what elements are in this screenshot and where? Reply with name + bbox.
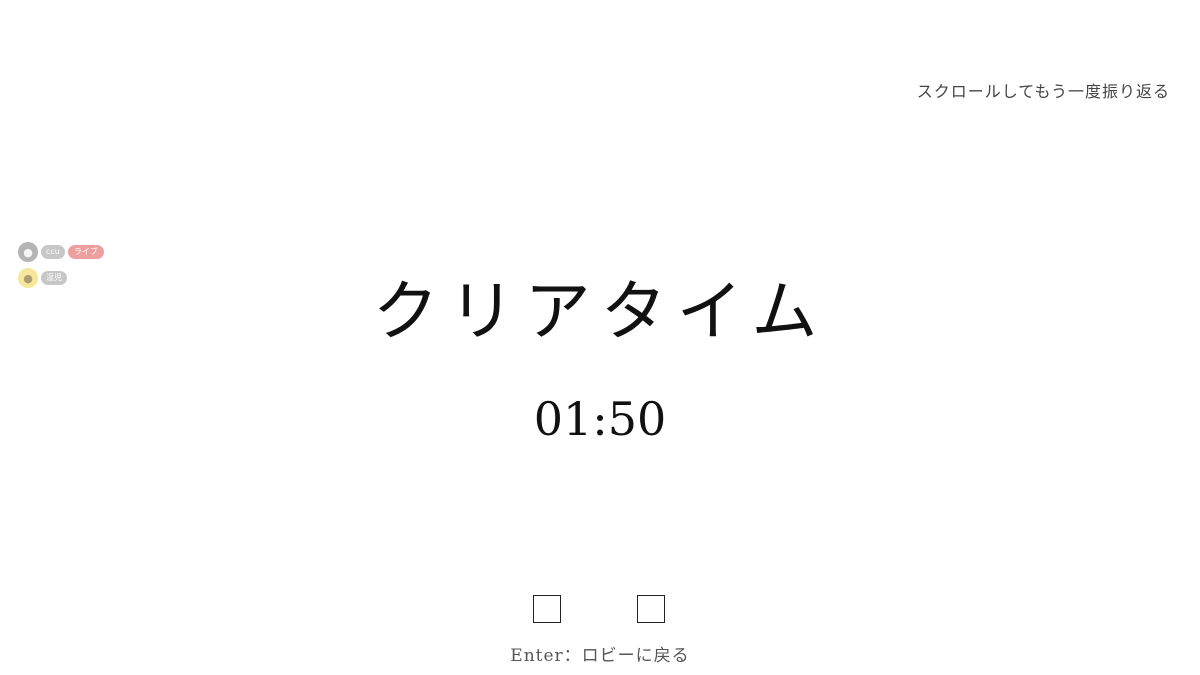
scroll-hint[interactable]: スクロールしてもう一度振り返る [917, 78, 1170, 102]
presence-user-name: ccu [41, 245, 65, 259]
return-to-lobby-hint[interactable]: Enter：ロビーに戻る [0, 641, 1200, 666]
live-badge: ライブ [67, 245, 104, 259]
clear-screen: スクロールしてもう一度振り返る ● ccu ライブ ● 温児 クリアタイム 01… [0, 0, 1200, 675]
clear-time-title: クリアタイム [372, 273, 828, 350]
empty-checkbox[interactable] [533, 595, 561, 623]
clear-time-value: 01:50 [533, 392, 667, 446]
empty-checkbox[interactable] [637, 595, 665, 623]
checkbox-group [533, 595, 665, 623]
